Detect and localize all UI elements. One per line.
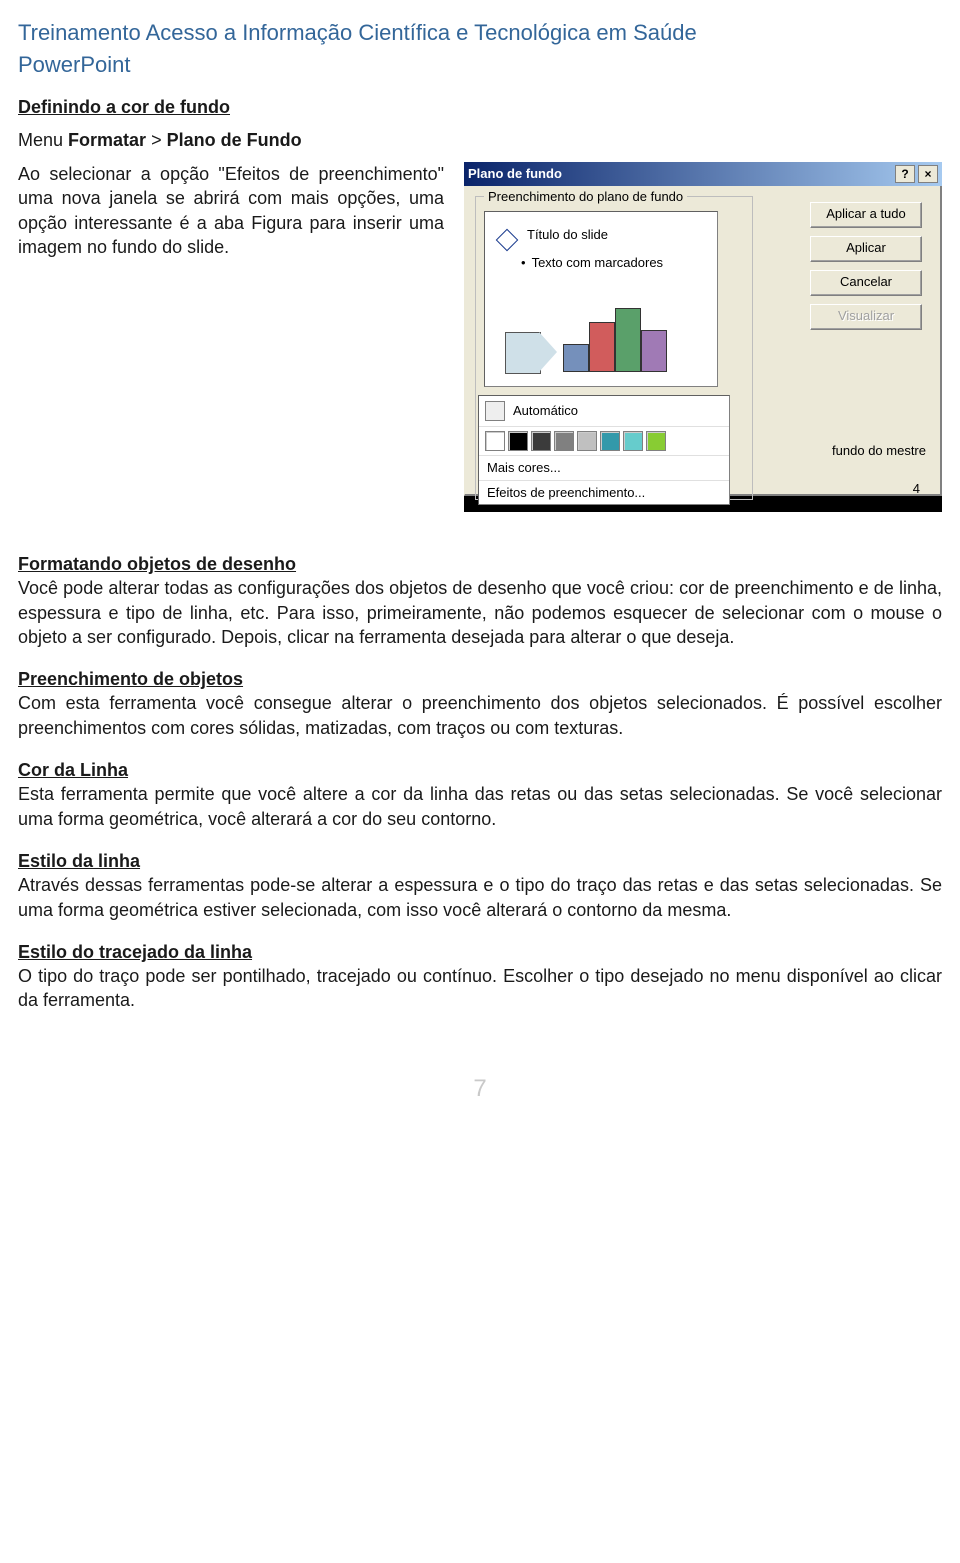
breadcrumb-menu: Formatar [68, 130, 146, 150]
chart-bar [641, 330, 667, 372]
color-swatch[interactable] [531, 431, 551, 451]
preview-chart [505, 302, 695, 372]
fill-effects-item[interactable]: Efeitos de preenchimento... [479, 480, 729, 505]
slide-index: 4 [913, 480, 920, 498]
master-bg-label: fundo do mestre [832, 442, 926, 460]
chart-bar [563, 344, 589, 372]
para-preenchimento: Com esta ferramenta você consegue altera… [18, 691, 942, 740]
para-formatando: Você pode alterar todas as configurações… [18, 576, 942, 649]
heading-estilo-linha: Estilo da linha [18, 849, 942, 873]
color-swatch[interactable] [577, 431, 597, 451]
apply-button[interactable]: Aplicar [810, 236, 922, 262]
fieldset-legend: Preenchimento do plano de fundo [484, 188, 687, 206]
page-number: 7 [18, 1073, 942, 1105]
color-swatch[interactable] [623, 431, 643, 451]
color-swatch[interactable] [485, 431, 505, 451]
dialog-titlebar: Plano de fundo ? × [464, 162, 942, 186]
breadcrumb-item: Plano de Fundo [167, 130, 302, 150]
chart-bar [615, 308, 641, 372]
intro-paragraph: Ao selecionar a opção "Efeitos de preenc… [18, 162, 444, 512]
preview-title-text: Título do slide [527, 226, 608, 244]
color-swatch[interactable] [554, 431, 574, 451]
preview-button[interactable]: Visualizar [810, 304, 922, 330]
color-swatch[interactable] [646, 431, 666, 451]
para-cor-linha: Esta ferramenta permite que você altere … [18, 782, 942, 831]
arrow-icon [505, 332, 557, 372]
dialog-plano-de-fundo: Plano de fundo ? × Preenchimento do plan… [464, 162, 942, 496]
apply-all-button[interactable]: Aplicar a tudo [810, 202, 922, 228]
cancel-button[interactable]: Cancelar [810, 270, 922, 296]
preview-bullet-text: Texto com marcadores [521, 254, 663, 272]
para-tracejado: O tipo do traço pode ser pontilhado, tra… [18, 964, 942, 1013]
color-swatch[interactable] [600, 431, 620, 451]
close-icon[interactable]: × [918, 165, 938, 183]
heading-cor-linha: Cor da Linha [18, 758, 942, 782]
doc-header-line1: Treinamento Acesso a Informação Científi… [18, 18, 942, 48]
heading-formatando: Formatando objetos de desenho [18, 552, 942, 576]
swatch-row [479, 427, 729, 455]
breadcrumb-sep: > [146, 130, 167, 150]
heading-tracejado: Estilo do tracejado da linha [18, 940, 942, 964]
breadcrumb-prefix: Menu [18, 130, 68, 150]
diamond-icon [496, 229, 519, 252]
color-dropdown-panel: Automático Mais cores... [478, 395, 730, 505]
dialog-title: Plano de fundo [468, 165, 562, 183]
slide-preview: Título do slide Texto com marcadores [484, 211, 718, 387]
auto-swatch-icon [485, 401, 505, 421]
help-icon[interactable]: ? [895, 165, 915, 183]
more-colors-item[interactable]: Mais cores... [479, 455, 729, 480]
breadcrumb: Menu Formatar > Plano de Fundo [18, 128, 942, 152]
section-title-bg: Definindo a cor de fundo [18, 95, 942, 119]
color-swatch[interactable] [508, 431, 528, 451]
auto-label[interactable]: Automático [513, 402, 578, 420]
heading-preenchimento: Preenchimento de objetos [18, 667, 942, 691]
para-estilo-linha: Através dessas ferramentas pode-se alter… [18, 873, 942, 922]
chart-bar [589, 322, 615, 372]
doc-header-line2: PowerPoint [18, 50, 942, 80]
